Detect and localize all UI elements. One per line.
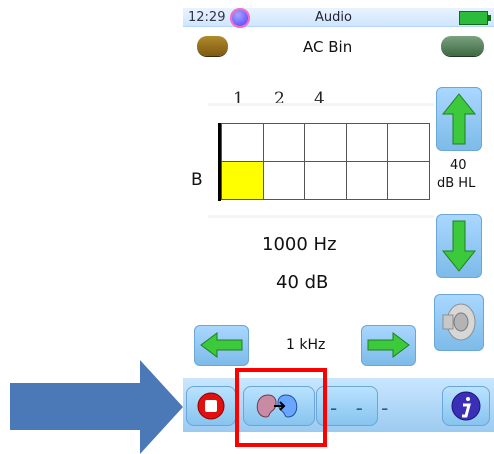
level-up-button[interactable] — [436, 87, 482, 151]
grid-bottom-rule — [208, 215, 434, 218]
info-icon — [451, 391, 481, 421]
grid-cell[interactable] — [345, 162, 388, 200]
annotation-highlight-box — [235, 368, 327, 447]
frequency-readout: 1000 Hz — [262, 234, 337, 255]
db-value: 40 — [450, 158, 467, 173]
status-title: Audio — [315, 10, 352, 25]
level-down-button[interactable] — [436, 214, 482, 278]
arrow-up-icon — [441, 93, 477, 145]
arrow-left-icon — [200, 332, 243, 358]
more-label: - - - — [330, 396, 395, 420]
mode-title: AC Bin — [303, 38, 353, 56]
speaker-button[interactable] — [434, 294, 484, 351]
annotation-arrow-body — [10, 383, 140, 430]
grid-cell[interactable] — [262, 162, 305, 200]
frequency-step-label: 1 kHz — [286, 337, 326, 353]
row-label: B — [191, 170, 203, 190]
grid-cell[interactable] — [221, 124, 263, 162]
arrow-right-icon — [367, 332, 410, 358]
grid-cell[interactable] — [304, 124, 346, 162]
arrow-down-icon — [441, 220, 477, 272]
grid-cell-active[interactable] — [221, 162, 263, 200]
grid-cell[interactable] — [304, 162, 346, 200]
grid-cell[interactable] — [262, 124, 305, 162]
stop-icon — [197, 392, 225, 420]
stop-button[interactable] — [186, 386, 236, 426]
speaker-icon — [442, 303, 476, 341]
grid-cell[interactable] — [387, 162, 429, 200]
frequency-down-button[interactable] — [194, 325, 249, 366]
grid-top-rule — [208, 103, 434, 106]
battery-icon — [459, 11, 491, 25]
left-ear-button[interactable] — [197, 36, 228, 56]
annotation-arrow-head — [140, 360, 183, 454]
db-unit: dB HL — [437, 176, 476, 191]
status-time: 12:29 — [188, 10, 226, 25]
column-label-4: 4 — [314, 89, 325, 109]
status-icon — [230, 8, 250, 28]
frequency-up-button[interactable] — [361, 325, 416, 366]
result-grid — [221, 123, 430, 200]
column-label-2: 2 — [274, 89, 285, 109]
info-button[interactable] — [442, 386, 490, 426]
grid-cell[interactable] — [387, 124, 429, 162]
column-label-1: 1 — [233, 89, 244, 109]
grid-cell[interactable] — [345, 124, 388, 162]
right-ear-button[interactable] — [441, 36, 484, 56]
level-readout: 40 dB — [276, 272, 329, 293]
